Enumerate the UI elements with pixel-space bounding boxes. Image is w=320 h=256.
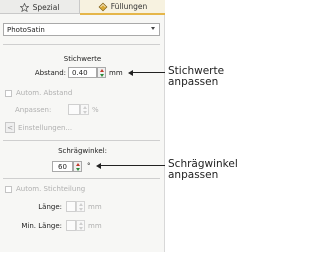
fill-type-select[interactable]: PhotoSatin bbox=[3, 23, 160, 36]
callout-stichwerte: Stichwerte anpassen bbox=[168, 66, 224, 88]
autom-stichteilung-label: Autom. Stichteilung bbox=[16, 185, 86, 193]
anpassen-unit: % bbox=[92, 106, 99, 114]
schraegwinkel-spinner[interactable] bbox=[73, 161, 82, 172]
spin-down-icon bbox=[76, 168, 80, 171]
tab-spezial[interactable]: Spezial bbox=[0, 0, 80, 14]
callout-line bbox=[100, 165, 165, 166]
spin-down-icon bbox=[83, 111, 87, 114]
min-laenge-unit: mm bbox=[88, 222, 102, 230]
laenge-input[interactable] bbox=[66, 201, 76, 212]
min-laenge-label: Min. Länge: bbox=[21, 222, 62, 230]
tab-fuellungen[interactable]: Füllungen bbox=[80, 0, 165, 15]
anpassen-label: Anpassen: bbox=[15, 106, 52, 114]
schraegwinkel-title: Schrägwinkel: bbox=[58, 147, 107, 155]
callout-stichwerte-line2: anpassen bbox=[168, 76, 219, 88]
schraegwinkel-input[interactable]: 60 bbox=[52, 161, 73, 172]
einstellungen-button[interactable]: < Einstellungen... bbox=[5, 122, 72, 133]
arrow-left-icon bbox=[96, 163, 101, 169]
tab-fuellungen-label: Füllungen bbox=[110, 2, 148, 11]
abstand-spinner[interactable] bbox=[97, 67, 106, 78]
einstellungen-label: Einstellungen... bbox=[18, 123, 73, 132]
spin-up-icon bbox=[79, 203, 83, 206]
min-laenge-spinner[interactable] bbox=[76, 220, 85, 231]
spin-up-icon bbox=[100, 69, 104, 72]
autom-stichteilung-checkbox[interactable] bbox=[5, 186, 12, 193]
schraegwinkel-value: 60 bbox=[58, 162, 67, 171]
chevron-down-icon bbox=[151, 27, 155, 30]
stichwerte-title: Stichwerte bbox=[63, 55, 102, 63]
spin-up-icon bbox=[79, 222, 83, 225]
chevron-left-icon: < bbox=[5, 122, 15, 133]
abstand-input[interactable]: 0.40 bbox=[68, 67, 97, 78]
abstand-value: 0.40 bbox=[72, 68, 88, 77]
spin-up-icon bbox=[76, 163, 80, 166]
callout-line bbox=[132, 72, 165, 73]
min-laenge-input[interactable] bbox=[66, 220, 76, 231]
anpassen-input[interactable] bbox=[68, 104, 80, 115]
autom-abstand-label: Autom. Abstand bbox=[16, 89, 73, 97]
spin-down-icon bbox=[79, 227, 83, 230]
arrow-left-icon bbox=[128, 70, 133, 76]
anpassen-spinner[interactable] bbox=[80, 104, 89, 115]
abstand-unit: mm bbox=[109, 69, 123, 77]
laenge-unit: mm bbox=[88, 203, 102, 211]
spin-down-icon bbox=[79, 208, 83, 211]
laenge-spinner[interactable] bbox=[76, 201, 85, 212]
tab-bar: Spezial Füllungen bbox=[0, 0, 165, 15]
callout-schraegwinkel-line2: anpassen bbox=[168, 169, 219, 181]
object-properties-panel: Spezial Füllungen PhotoSatin Stichwerte … bbox=[0, 0, 165, 252]
star-icon bbox=[20, 2, 30, 12]
spin-down-icon bbox=[100, 74, 104, 77]
fill-icon bbox=[98, 2, 108, 12]
spin-up-icon bbox=[83, 106, 87, 109]
laenge-label: Länge: bbox=[38, 203, 62, 211]
schraegwinkel-unit: ° bbox=[87, 162, 91, 170]
fill-type-value: PhotoSatin bbox=[7, 25, 45, 34]
tab-spezial-label: Spezial bbox=[32, 2, 60, 12]
autom-abstand-checkbox[interactable] bbox=[5, 90, 12, 97]
divider bbox=[3, 178, 160, 179]
divider bbox=[3, 140, 160, 141]
callout-schraegwinkel: Schrägwinkel anpassen bbox=[168, 159, 238, 181]
abstand-label: Abstand: bbox=[34, 69, 66, 77]
divider bbox=[3, 44, 160, 45]
